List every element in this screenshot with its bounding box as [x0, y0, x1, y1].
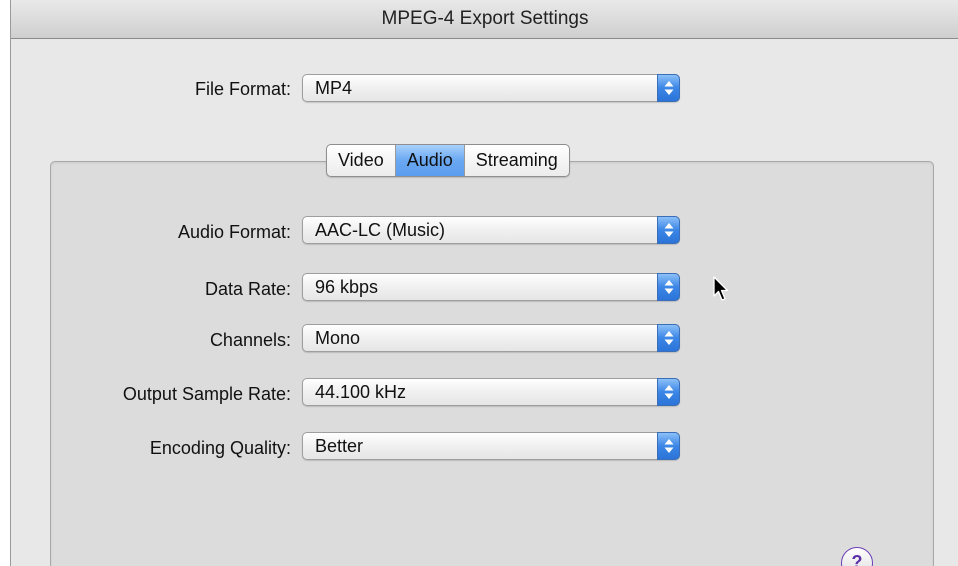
encoding-quality-popup[interactable]: Better	[302, 432, 680, 460]
encoding-quality-value: Better	[315, 436, 364, 456]
popup-arrows-icon	[657, 378, 680, 406]
tab-video[interactable]: Video	[327, 145, 396, 176]
tab-bar: Video Audio Streaming	[326, 144, 570, 177]
sample-rate-label: Output Sample Rate:	[122, 384, 291, 404]
tab-audio[interactable]: Audio	[395, 145, 465, 176]
data-rate-value: 96 kbps	[315, 277, 379, 297]
sample-rate-value: 44.100 kHz	[315, 382, 407, 402]
channels-label: Channels:	[209, 330, 291, 350]
mouse-pointer-icon	[713, 276, 731, 307]
popup-arrows-icon	[657, 74, 680, 102]
encoding-quality-label: Encoding Quality:	[149, 438, 291, 458]
popup-arrows-icon	[657, 432, 680, 460]
popup-arrows-icon	[657, 216, 680, 244]
data-rate-popup[interactable]: 96 kbps	[302, 273, 680, 301]
audio-format-popup[interactable]: AAC-LC (Music)	[302, 216, 680, 244]
tab-streaming[interactable]: Streaming	[465, 145, 569, 176]
sample-rate-popup[interactable]: 44.100 kHz	[302, 378, 680, 406]
file-format-value: MP4	[315, 78, 353, 98]
file-format-label: File Format:	[194, 79, 291, 99]
popup-arrows-icon	[657, 324, 680, 352]
audio-format-label: Audio Format:	[177, 222, 291, 242]
audio-format-value: AAC-LC (Music)	[315, 220, 446, 240]
popup-arrows-icon	[657, 273, 680, 301]
channels-value: Mono	[315, 328, 361, 348]
window-title: MPEG-4 Export Settings	[11, 0, 958, 39]
channels-popup[interactable]: Mono	[302, 324, 680, 352]
export-settings-window: MPEG-4 Export Settings File Format: MP4 …	[10, 0, 958, 566]
file-format-popup[interactable]: MP4	[302, 74, 680, 102]
data-rate-label: Data Rate:	[204, 279, 291, 299]
